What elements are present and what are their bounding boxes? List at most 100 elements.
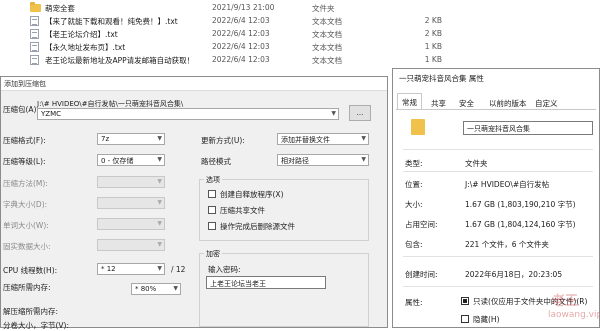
folder-icon (30, 2, 41, 12)
options-group: 选项 创建自释放程序(X) 压缩共享文件 操作完成后删除源文件 (199, 175, 369, 241)
chevron-down-icon: ▼ (157, 220, 162, 227)
archive-name-field[interactable]: YZMC ▼ (37, 108, 339, 120)
watermark-text: 老王 (552, 294, 579, 309)
size-value: 1.67 GB (1,803,190,210 字节) (465, 200, 576, 209)
password-field[interactable]: 上老王论坛当老王 (206, 276, 326, 289)
txt-file-icon (30, 16, 39, 26)
file-row[interactable]: 【来了就能下载和观看！纯免费！】.txt 2022/6/4 12:03 文本文档… (0, 15, 600, 27)
sfx-label: 创建自释放程序(X) (220, 190, 284, 199)
indeterminate-mark-icon (463, 299, 467, 303)
disk-size-value: 1.67 GB (1,804,124,160 字节) (465, 220, 576, 229)
txt-file-icon (30, 42, 39, 52)
browse-button[interactable]: ... (349, 105, 371, 121)
file-type: 文件夹 (312, 4, 335, 13)
encryption-title: 加密 (204, 249, 222, 259)
file-type: 文本文档 (312, 56, 342, 65)
created-label: 创建时间: (405, 270, 438, 279)
word-select[interactable]: ▼ (97, 218, 165, 230)
chevron-down-icon: ▼ (157, 135, 162, 142)
solid-label: 固实数据大小: (3, 242, 51, 251)
method-select[interactable]: ▼ (97, 176, 165, 188)
file-date: 2022/6/4 12:03 (212, 42, 270, 51)
separator (403, 149, 593, 150)
path-mode-label: 路径模式 (201, 157, 231, 166)
txt-file-icon (30, 29, 39, 39)
tab-previous-versions[interactable]: 以前的版本 (485, 95, 531, 109)
file-size: 2 KB (424, 16, 442, 25)
volume-size-label: 分卷大小，字节(V): (3, 321, 70, 330)
tab-customize[interactable]: 自定义 (531, 95, 562, 109)
shared-label: 压缩共享文件 (220, 206, 265, 215)
file-type: 文本文档 (312, 30, 342, 39)
file-name: 【老王论坛介绍】.txt (45, 30, 118, 39)
separator (403, 171, 593, 172)
contains-value: 221 个文件，6 个文件夹 (465, 240, 549, 249)
add-to-archive-dialog: 添加到压缩包 压缩包(A): J:\# HVIDEO\#自行发帖\一只萌宠抖音风… (0, 76, 388, 330)
update-mode-select[interactable]: 添加并替换文件 ▼ (277, 133, 369, 145)
delete-source-checkbox[interactable] (208, 222, 216, 230)
hidden-checkbox[interactable] (461, 315, 469, 323)
separator (403, 286, 593, 287)
threads-value: * 12 (101, 265, 116, 273)
type-label: 类型: (405, 159, 423, 168)
watermark: 老王 laowang.vip (548, 290, 600, 328)
archive-name-value: YZMC (41, 110, 61, 118)
file-size: 2 KB (424, 29, 442, 38)
file-type: 文本文档 (312, 17, 342, 26)
file-row[interactable]: 萌宠全套 2021/9/13 21:00 文件夹 (0, 2, 600, 14)
chevron-down-icon[interactable]: ▼ (331, 110, 336, 117)
archive-name-label: 压缩包(A): (3, 105, 40, 114)
dict-label: 字典大小(D): (3, 200, 48, 209)
threads-label: CPU 线程数(H): (3, 266, 58, 275)
size-label: 大小: (405, 200, 423, 209)
format-value: 7z (101, 135, 110, 143)
tab-security[interactable]: 安全 (455, 95, 478, 109)
memory-label: 压缩所需内存: (3, 283, 51, 292)
file-name: 【来了就能下载和观看！纯免费！】.txt (45, 17, 178, 26)
chevron-down-icon: ▼ (157, 265, 162, 272)
memory-select[interactable]: * 80% ▼ (131, 283, 181, 295)
disk-size-label: 占用空间: (405, 220, 438, 229)
chevron-down-icon: ▼ (157, 241, 162, 248)
file-date: 2022/6/4 12:03 (212, 29, 270, 38)
tab-sharing[interactable]: 共享 (427, 95, 450, 109)
chevron-down-icon: ▼ (157, 199, 162, 206)
chevron-down-icon: ▼ (361, 135, 366, 142)
location-value: J:\# HVIDEO\#自行发帖 (465, 180, 550, 189)
file-type: 文本文档 (312, 43, 342, 52)
file-row[interactable]: 老王论坛最新地址及APP请发邮箱自动获取！ 2022/6/4 12:03 文本文… (0, 54, 600, 66)
file-date: 2022/6/4 12:03 (212, 16, 270, 25)
shared-checkbox[interactable] (208, 206, 216, 214)
update-mode-value: 添加并替换文件 (281, 136, 330, 144)
file-date: 2022/6/4 12:03 (212, 55, 270, 64)
password-label: 输入密码: (208, 265, 241, 274)
format-select[interactable]: 7z ▼ (97, 133, 165, 145)
separator (403, 256, 593, 257)
folder-icon (411, 119, 425, 135)
readonly-checkbox[interactable] (461, 297, 469, 305)
attributes-label: 属性: (405, 298, 423, 307)
chevron-down-icon: ▼ (361, 156, 366, 163)
dialog-titlebar[interactable]: 一只萌宠抖音风合集 属性 (393, 69, 599, 87)
level-select[interactable]: 0 - 仅存储 ▼ (97, 154, 165, 166)
file-name: 老王论坛最新地址及APP请发邮箱自动获取！ (45, 56, 195, 65)
dialog-titlebar[interactable]: 添加到压缩包 (1, 77, 387, 91)
threads-select[interactable]: * 12 ▼ (97, 263, 165, 275)
sfx-checkbox[interactable] (208, 190, 216, 198)
encryption-group: 加密 输入密码: 上老王论坛当老王 (199, 249, 369, 327)
tab-general[interactable]: 常规 (397, 93, 422, 109)
file-list: 萌宠全套 2021/9/13 21:00 文件夹 【来了就能下载和观看！纯免费！… (0, 0, 600, 72)
file-row[interactable]: 【老王论坛介绍】.txt 2022/6/4 12:03 文本文档 2 KB (0, 28, 600, 40)
file-row[interactable]: 【永久地址发布页】.txt 2022/6/4 12:03 文本文档 1 KB (0, 41, 600, 53)
file-size: 1 KB (424, 55, 442, 64)
path-mode-select[interactable]: 相对路径 ▼ (277, 154, 369, 166)
update-mode-label: 更新方式(U): (201, 136, 245, 145)
chevron-down-icon: ▼ (173, 285, 178, 292)
folder-name-field[interactable]: 一只萌宠抖音风合集 (463, 121, 593, 135)
memory-value: * 80% (135, 285, 157, 293)
path-mode-value: 相对路径 (281, 157, 309, 165)
dict-select[interactable]: ▼ (97, 197, 165, 209)
level-label: 压缩等级(L): (3, 157, 46, 166)
solid-select[interactable]: ▼ (97, 239, 165, 251)
txt-file-icon (30, 55, 39, 65)
